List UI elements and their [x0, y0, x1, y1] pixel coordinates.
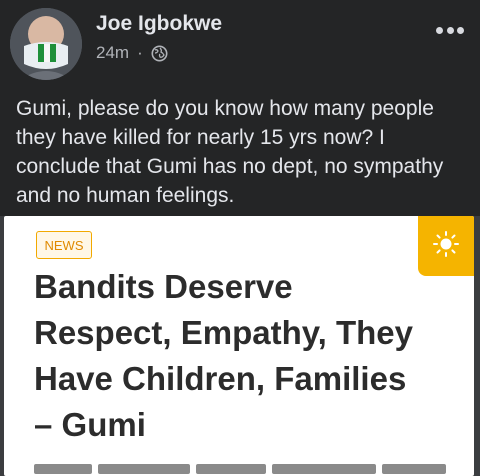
post-time[interactable]: 24m [96, 43, 129, 63]
truncated-article-text [34, 464, 454, 476]
more-horizontal-icon-dot-3 [457, 26, 464, 34]
headline-line-2: Respect, Empathy, They [34, 314, 414, 351]
truncated-text-fragment [196, 464, 266, 474]
truncated-text-fragment [272, 464, 376, 474]
truncated-text-fragment [382, 464, 446, 474]
author-name[interactable]: Joe Igbokwe [96, 12, 222, 36]
headline: Bandits Deserve Respect, Empathy, They H… [34, 264, 464, 448]
post-header: Joe Igbokwe 24m · [0, 0, 480, 90]
headline-line-3: Have Children, Families [34, 360, 407, 397]
meta-separator: · [137, 43, 143, 62]
post-text: Gumi, please do you know how many people… [16, 97, 444, 207]
news-card: NEWS Bandits Deserve Respect, Empathy, T… [4, 216, 474, 476]
news-badge: NEWS [36, 231, 92, 259]
truncated-text-fragment [98, 464, 190, 474]
more-horizontal-icon-dot-2 [446, 26, 454, 34]
avatar[interactable] [10, 8, 82, 80]
truncated-text-fragment [34, 464, 92, 474]
sun-icon [433, 231, 459, 257]
more-horizontal-icon-dot-1 [436, 26, 443, 34]
headline-line-4: – Gumi [34, 406, 146, 443]
post-meta: 24m · [96, 42, 168, 64]
headline-line-1: Bandits Deserve [34, 268, 293, 305]
shared-image[interactable]: NEWS Bandits Deserve Respect, Empathy, T… [0, 216, 480, 476]
globe-icon[interactable] [151, 45, 168, 62]
more-options-button[interactable] [436, 22, 464, 38]
avatar-image [10, 8, 82, 80]
